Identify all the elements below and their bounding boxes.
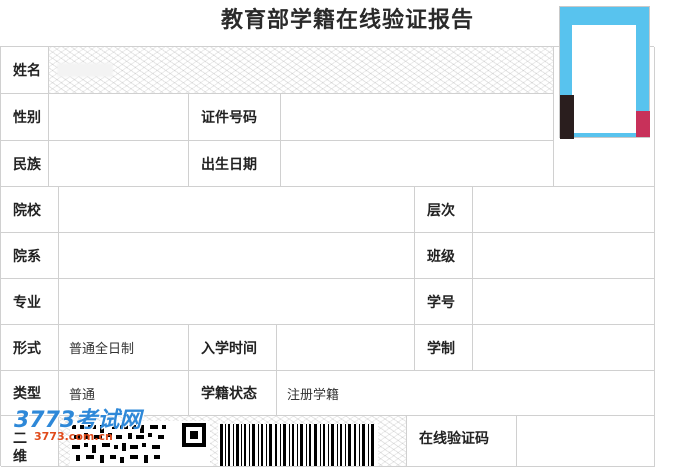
label-status: 学籍状态 <box>189 371 277 416</box>
label-verify-code: 在线验证码 <box>407 416 517 467</box>
label-class: 班级 <box>415 233 473 279</box>
label-form: 形式 <box>1 325 59 371</box>
birth-date-value <box>281 141 554 187</box>
label-id-number: 证件号码 <box>189 94 281 141</box>
photo-hair <box>560 95 574 139</box>
qr-label-2: 维 <box>13 449 27 465</box>
photo-shirt <box>636 111 650 137</box>
label-ethnicity: 民族 <box>1 141 49 187</box>
label-major: 专业 <box>1 279 59 325</box>
major-value <box>59 279 415 325</box>
label-enroll-time: 入学时间 <box>189 325 277 371</box>
label-department: 院系 <box>1 233 59 279</box>
label-birth-date: 出生日期 <box>189 141 281 187</box>
duration-value <box>473 325 655 371</box>
verify-code-value <box>517 416 655 467</box>
name-value-cell <box>49 47 554 94</box>
site-watermark-url: 3773.com.cn <box>34 430 113 443</box>
student-id-value <box>473 279 655 325</box>
label-school: 院校 <box>1 187 59 233</box>
level-value <box>473 187 655 233</box>
school-value <box>59 187 415 233</box>
student-photo <box>559 6 650 139</box>
department-value <box>59 233 415 279</box>
status-value: 注册学籍 <box>277 371 655 416</box>
label-name: 姓名 <box>1 47 49 94</box>
label-level: 层次 <box>415 187 473 233</box>
gender-value <box>49 94 189 141</box>
redacted-name <box>57 63 113 77</box>
label-student-id: 学号 <box>415 279 473 325</box>
id-number-value <box>281 94 554 141</box>
enroll-time-value <box>277 325 415 371</box>
class-value <box>473 233 655 279</box>
barcode-icon <box>218 424 378 466</box>
label-gender: 性别 <box>1 94 49 141</box>
photo-face-area <box>572 25 636 133</box>
ethnicity-value <box>49 141 189 187</box>
form-value: 普通全日制 <box>59 325 189 371</box>
label-duration: 学制 <box>415 325 473 371</box>
